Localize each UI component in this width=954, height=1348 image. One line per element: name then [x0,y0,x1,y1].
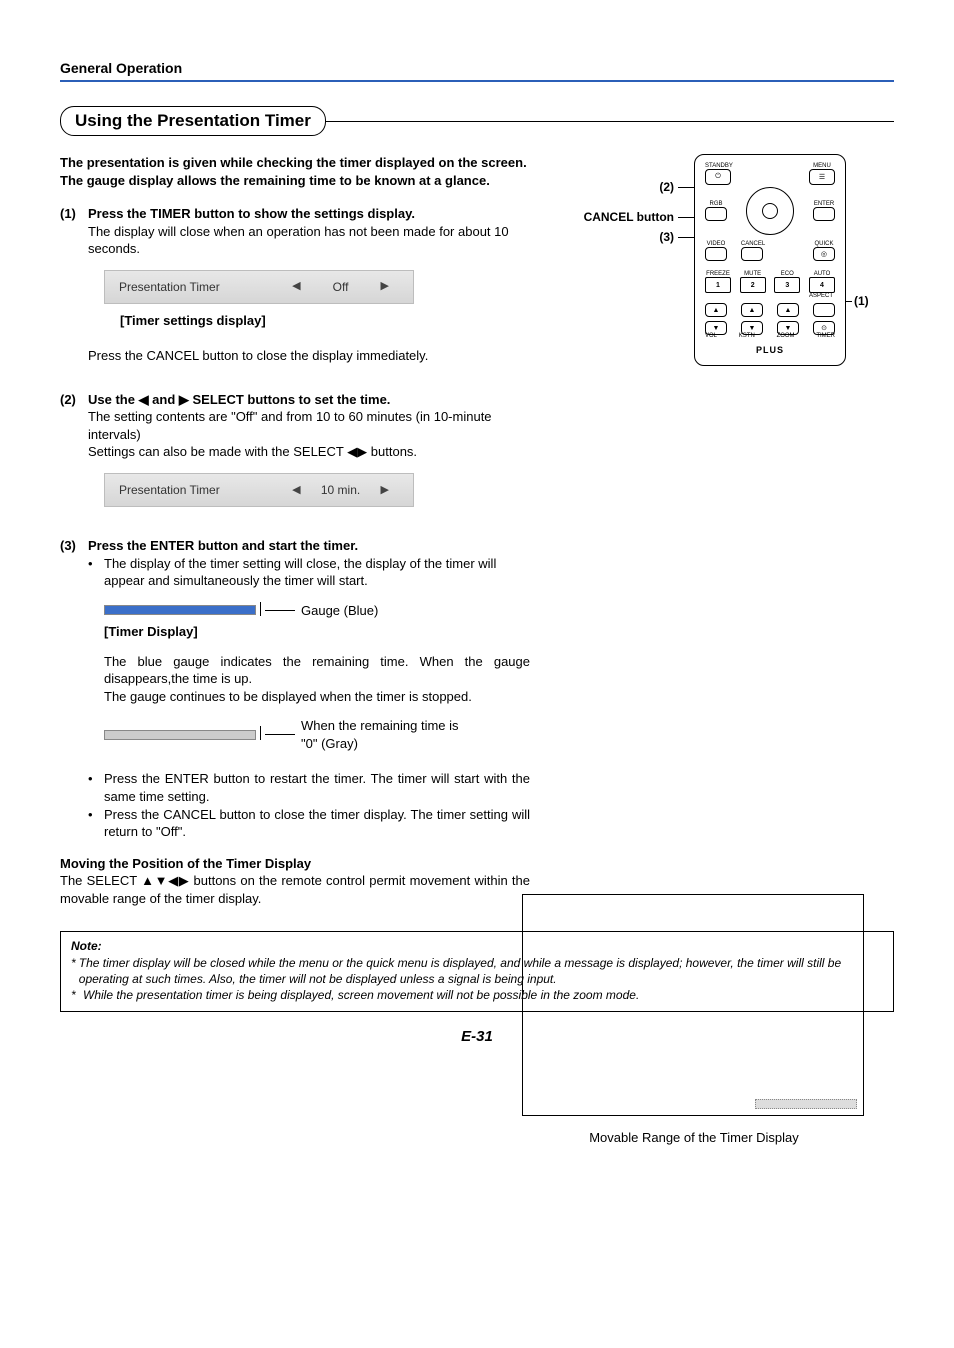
step1-title: Press the TIMER button to show the setti… [88,205,415,223]
osd-box-1: Presentation Timer ◀ Off ▶ [104,270,414,304]
rc-vol-label: VOL [705,333,717,339]
bullet-icon: • [88,770,104,805]
step3-para1: The blue gauge indicates the remaining t… [104,653,530,688]
rc-4-button: 4 [809,277,835,293]
step2-title: Use the ◀ and ▶ SELECT buttons to set th… [88,391,390,409]
movable-caption: Movable Range of the Timer Display [524,1130,864,1145]
step3-number: (3) [60,537,88,555]
osd-box-2: Presentation Timer ◀ 10 min. ▶ [104,473,414,507]
movable-gauge-icon [755,1099,857,1109]
gauge-tick-icon [260,602,261,616]
movable-range-box [522,894,864,1116]
rc-standby-label: STANDBY [705,163,733,169]
rc-2-button: 2 [740,277,766,293]
rc-quick-label: QUICK [813,241,835,247]
rc-zoom-label: ZOOM [777,333,795,339]
osd2-label: Presentation Timer [119,482,282,498]
moving-body: The SELECT ▲▼◀▶ buttons on the remote co… [60,872,530,907]
step3-bullet3: Press the CANCEL button to close the tim… [104,806,530,841]
osd1-left-arrow-icon: ◀ [282,279,310,294]
rc-video-label: VIDEO [705,241,727,247]
rc-cancel-button [741,247,763,261]
rc-freeze-label: FREEZE [705,271,731,277]
rc-enter-button [813,207,835,221]
header-divider [60,80,894,82]
osd1-label: Presentation Timer [119,279,282,295]
step1-body: The display will close when an operation… [88,223,530,258]
rc-1-button: 1 [705,277,731,293]
callout-cancel: CANCEL button [554,210,674,224]
osd2-right-arrow-icon: ▶ [371,483,399,498]
rc-video-button [705,247,727,261]
rc-3-button: 3 [774,277,800,293]
gauge-gray-label2: "0" (Gray) [301,735,459,753]
rc-timer-label: TIMER [816,333,835,339]
gauge-blue [104,605,256,615]
rc-up-button: ▲ [741,303,763,317]
step3-bullet1: The display of the timer setting will cl… [104,555,530,590]
rc-rgb-button [705,207,727,221]
rc-quick-button: ◎ [813,247,835,261]
rc-up-button: ▲ [705,303,727,317]
rc-up-button: ▲ [777,303,799,317]
gauge-leader-line-2 [265,734,295,735]
rc-enter-label: ENTER [813,201,835,207]
gauge-gray-label1: When the remaining time is [301,717,459,735]
step3-title: Press the ENTER button and start the tim… [88,537,358,555]
rc-cancel-label: CANCEL [741,241,765,247]
gauge-leader-line [265,610,295,611]
intro-text: The presentation is given while checking… [60,154,530,189]
rc-blank-button [813,303,835,317]
remote-body: STANDBY ⏻ MENU ☰ RGB [694,154,846,366]
osd2-left-arrow-icon: ◀ [282,483,310,498]
rc-kstn-label: KSTN [739,333,755,339]
callout-2: (2) [614,180,674,194]
step2-body1: The setting contents are "Off" and from … [88,408,530,443]
rc-menu-button: ☰ [809,169,835,185]
gauge-tick-icon-2 [260,726,261,740]
title-rule [326,121,894,122]
osd1-value: Off [311,279,371,295]
step1-after: Press the CANCEL button to close the dis… [88,347,530,365]
gauge-gray [104,730,256,740]
step1-number: (1) [60,205,88,223]
osd2-value: 10 min. [311,482,371,498]
rc-standby-button: ⏻ [705,169,731,185]
header-section: General Operation [60,60,894,76]
bullet-icon: • [88,555,104,590]
timer-display-caption: [Timer Display] [104,623,530,641]
step2-body2: Settings can also be made with the SELEC… [88,443,530,461]
callout-1: (1) [854,294,869,308]
section-title-pill: Using the Presentation Timer [60,106,326,136]
bullet-icon: • [88,806,104,841]
rc-dpad [746,187,794,235]
osd1-right-arrow-icon: ▶ [371,279,399,294]
step3-bullet2: Press the ENTER button to restart the ti… [104,770,530,805]
rc-aspect-label: ASPECT [695,293,845,299]
callout-3: (3) [614,230,674,244]
step2-number: (2) [60,391,88,409]
moving-head: Moving the Position of the Timer Display [60,855,530,873]
rc-plus-logo: PLUS [695,345,845,355]
gauge-blue-label: Gauge (Blue) [301,602,378,620]
step3-para2: The gauge continues to be displayed when… [104,688,530,706]
osd1-caption: [Timer settings display] [120,312,530,330]
